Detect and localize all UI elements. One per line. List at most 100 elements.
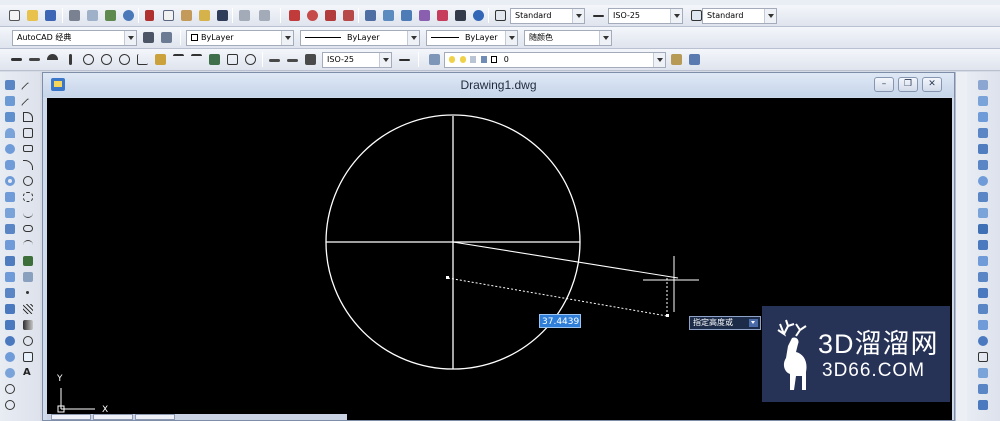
slice-tool-icon[interactable] <box>3 350 17 364</box>
text-style-select[interactable]: Standard <box>510 8 585 24</box>
aligned-dimension-icon[interactable] <box>26 51 42 67</box>
radius-dimension-icon[interactable] <box>80 51 96 67</box>
torus-tool-icon[interactable] <box>3 174 17 188</box>
ordinate-dimension-icon[interactable] <box>62 51 78 67</box>
tolerance-icon[interactable] <box>224 51 240 67</box>
construction-line-icon[interactable] <box>20 94 36 113</box>
move-icon[interactable] <box>976 158 990 172</box>
zoom-realtime-icon[interactable] <box>304 7 320 23</box>
region-icon[interactable] <box>21 334 35 348</box>
properties-icon[interactable] <box>362 7 378 23</box>
minimize-icon[interactable]: – <box>874 77 894 92</box>
cone-tool-icon[interactable] <box>3 126 17 140</box>
extend-icon[interactable] <box>976 238 990 252</box>
workspace-icon[interactable] <box>158 29 174 45</box>
presspull-tool-icon[interactable] <box>3 238 17 252</box>
box-tool-icon[interactable] <box>3 94 17 108</box>
continue-dimension-icon[interactable] <box>188 51 204 67</box>
spline-icon[interactable] <box>21 206 35 220</box>
jogged-dimension-icon[interactable] <box>98 51 114 67</box>
union-tool-icon[interactable] <box>3 302 17 316</box>
multiline-text-icon[interactable]: A <box>21 366 35 380</box>
3d-orbit-icon[interactable] <box>976 334 990 348</box>
array-icon[interactable] <box>976 142 990 156</box>
fillet-icon[interactable] <box>976 302 990 316</box>
close-icon[interactable]: ✕ <box>922 77 942 92</box>
dimension-tool-icon[interactable] <box>976 350 990 364</box>
ellipse-icon[interactable] <box>21 222 35 236</box>
tab-layout2[interactable] <box>135 414 175 420</box>
drawing-title-bar[interactable]: Drawing1.dwg – ❐ ✕ <box>43 73 954 97</box>
make-block-icon[interactable] <box>21 270 35 284</box>
visual-style-icon[interactable] <box>976 366 990 380</box>
right-scroll-strip[interactable] <box>955 72 967 421</box>
redo-icon[interactable] <box>256 7 272 23</box>
dimension-edit-icon[interactable] <box>266 51 282 67</box>
linetype-select[interactable]: ByLayer <box>300 30 420 46</box>
ucs-icon[interactable] <box>976 398 990 412</box>
quick-dimension-icon[interactable] <box>152 51 168 67</box>
point-icon[interactable] <box>21 286 35 300</box>
block-editor-icon[interactable] <box>214 7 230 23</box>
undo-icon[interactable] <box>236 7 252 23</box>
3d-align-icon[interactable] <box>3 398 17 412</box>
paste-icon[interactable] <box>178 7 194 23</box>
zoom-window-icon[interactable] <box>322 7 338 23</box>
print-icon[interactable] <box>66 7 82 23</box>
match-properties-icon[interactable] <box>196 7 212 23</box>
view-icon[interactable] <box>976 382 990 396</box>
chamfer-icon[interactable] <box>976 286 990 300</box>
calculator-icon[interactable] <box>452 7 468 23</box>
3d-move-icon[interactable] <box>3 366 17 380</box>
design-center-icon[interactable] <box>380 7 396 23</box>
lineweight-select[interactable]: ByLayer <box>426 30 518 46</box>
arc-length-icon[interactable] <box>44 51 60 67</box>
explode-icon[interactable] <box>976 318 990 332</box>
new-icon[interactable] <box>6 7 22 23</box>
table-icon[interactable] <box>21 350 35 364</box>
rectangle-icon[interactable] <box>21 142 35 156</box>
stretch-icon[interactable] <box>976 206 990 220</box>
preview-icon[interactable] <box>84 7 100 23</box>
gradient-icon[interactable] <box>21 318 35 332</box>
wedge-tool-icon[interactable] <box>3 110 17 124</box>
revision-cloud-icon[interactable] <box>21 190 35 204</box>
layer-select[interactable]: 0 <box>444 52 666 68</box>
sphere-tool-icon[interactable] <box>3 142 17 156</box>
open-icon[interactable] <box>24 7 40 23</box>
revolve-tool-icon[interactable] <box>3 270 17 284</box>
line-tool-icon[interactable] <box>20 78 36 97</box>
tab-model[interactable] <box>51 414 91 420</box>
pan-icon[interactable] <box>286 7 302 23</box>
modeling-tool-icon[interactable] <box>3 78 17 92</box>
sweep-tool-icon[interactable] <box>3 254 17 268</box>
arc-icon[interactable] <box>21 158 35 172</box>
prompt-options-icon[interactable] <box>749 319 758 327</box>
publish-icon[interactable] <box>102 7 118 23</box>
3d-rotate-icon[interactable] <box>3 382 17 396</box>
dim-style-select-2[interactable]: ISO-25 <box>322 52 392 68</box>
scale-icon[interactable] <box>976 190 990 204</box>
dim-style-select[interactable]: ISO-25 <box>608 8 683 24</box>
pyramid-tool-icon[interactable] <box>3 190 17 204</box>
plot-style-select[interactable]: 随颜色 <box>524 30 612 46</box>
baseline-dimension-icon[interactable] <box>170 51 186 67</box>
mirror-icon[interactable] <box>976 110 990 124</box>
make-current-layer-icon[interactable] <box>668 51 684 67</box>
tab-layout1[interactable] <box>93 414 133 420</box>
save-icon[interactable] <box>42 7 58 23</box>
dynamic-dimension-input[interactable]: 37.4439 <box>539 314 581 328</box>
tool-palettes-icon[interactable] <box>398 7 414 23</box>
loft-tool-icon[interactable] <box>3 286 17 300</box>
intersect-tool-icon[interactable] <box>3 334 17 348</box>
dimension-text-edit-icon[interactable] <box>284 51 300 67</box>
restore-icon[interactable]: ❐ <box>898 77 918 92</box>
layer-previous-icon[interactable] <box>686 51 702 67</box>
dynamic-input-prompt[interactable]: 指定高度或 <box>689 316 761 330</box>
workspace-select[interactable]: AutoCAD 经典 <box>12 30 137 46</box>
diameter-dimension-icon[interactable] <box>116 51 132 67</box>
linear-dimension-icon[interactable] <box>8 51 24 67</box>
polysolid-tool-icon[interactable] <box>3 206 17 220</box>
polyline-icon[interactable] <box>21 110 35 124</box>
cut-icon[interactable] <box>142 7 158 23</box>
